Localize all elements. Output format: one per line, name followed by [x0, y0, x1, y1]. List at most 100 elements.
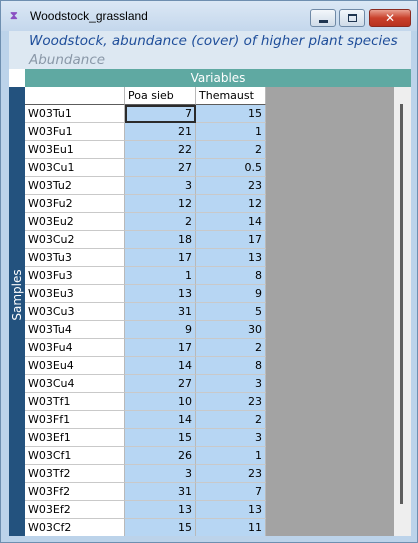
- value-cell[interactable]: 7: [125, 105, 196, 123]
- table-row[interactable]: W03Fu4 17 2: [25, 339, 266, 357]
- sample-label-cell[interactable]: W03Ff2: [25, 483, 125, 501]
- value-cell[interactable]: 31: [125, 303, 196, 321]
- value-cell[interactable]: 10: [125, 393, 196, 411]
- table-row[interactable]: W03Fu1 21 1: [25, 123, 266, 141]
- value-cell[interactable]: 2: [196, 141, 266, 159]
- value-cell[interactable]: 3: [196, 429, 266, 447]
- sample-label-cell[interactable]: W03Ff1: [25, 411, 125, 429]
- table-row[interactable]: W03Tu3 17 13: [25, 249, 266, 267]
- value-cell[interactable]: 17: [125, 339, 196, 357]
- value-cell[interactable]: 17: [196, 231, 266, 249]
- table-row[interactable]: W03Tu4 9 30: [25, 321, 266, 339]
- sample-label-cell[interactable]: W03Cf1: [25, 447, 125, 465]
- value-cell[interactable]: 1: [196, 123, 266, 141]
- title-bar[interactable]: ⧗ Woodstock_grassland ✕: [1, 1, 417, 31]
- table-row[interactable]: W03Eu2 2 14: [25, 213, 266, 231]
- value-cell[interactable]: 13: [196, 249, 266, 267]
- value-cell[interactable]: 8: [196, 267, 266, 285]
- table-row[interactable]: W03Fu3 1 8: [25, 267, 266, 285]
- sample-label-cell[interactable]: W03Ef1: [25, 429, 125, 447]
- close-button[interactable]: ✕: [369, 9, 411, 27]
- value-cell[interactable]: 3: [125, 465, 196, 483]
- sample-label-cell[interactable]: W03Cu4: [25, 375, 125, 393]
- sample-label-cell[interactable]: W03Tu2: [25, 177, 125, 195]
- value-cell[interactable]: 5: [196, 303, 266, 321]
- table-row[interactable]: W03Cu4 27 3: [25, 375, 266, 393]
- value-cell[interactable]: 22: [125, 141, 196, 159]
- table-row[interactable]: W03Ef1 15 3: [25, 429, 266, 447]
- value-cell[interactable]: 8: [196, 357, 266, 375]
- value-cell[interactable]: 31: [125, 483, 196, 501]
- value-cell[interactable]: 9: [125, 321, 196, 339]
- maximize-button[interactable]: [339, 9, 365, 27]
- sample-label-cell[interactable]: W03Eu2: [25, 213, 125, 231]
- table-row[interactable]: W03Fu2 12 12: [25, 195, 266, 213]
- sample-label-cell[interactable]: W03Cu1: [25, 159, 125, 177]
- vertical-scrollbar[interactable]: [394, 87, 411, 536]
- value-cell[interactable]: 23: [196, 177, 266, 195]
- sample-label-cell[interactable]: W03Tu4: [25, 321, 125, 339]
- table-row[interactable]: W03Eu3 13 9: [25, 285, 266, 303]
- table-row[interactable]: W03Ef2 13 13: [25, 501, 266, 519]
- table-row[interactable]: W03Ff2 31 7: [25, 483, 266, 501]
- sample-label-cell[interactable]: W03Fu1: [25, 123, 125, 141]
- value-cell[interactable]: 2: [125, 213, 196, 231]
- value-cell[interactable]: 0.5: [196, 159, 266, 177]
- value-cell[interactable]: 15: [125, 429, 196, 447]
- value-cell[interactable]: 7: [196, 483, 266, 501]
- sample-label-cell[interactable]: W03Tu1: [25, 105, 125, 123]
- table-row[interactable]: W03Eu4 14 8: [25, 357, 266, 375]
- value-cell[interactable]: 3: [125, 177, 196, 195]
- value-cell[interactable]: 13: [125, 501, 196, 519]
- corner-cell[interactable]: [25, 87, 125, 105]
- table-row[interactable]: W03Tf1 10 23: [25, 393, 266, 411]
- value-cell[interactable]: 1: [125, 267, 196, 285]
- value-cell[interactable]: 12: [196, 195, 266, 213]
- value-cell[interactable]: 21: [125, 123, 196, 141]
- sample-label-cell[interactable]: W03Eu4: [25, 357, 125, 375]
- minimize-button[interactable]: [310, 9, 336, 27]
- sample-label-cell[interactable]: W03Tf1: [25, 393, 125, 411]
- value-cell[interactable]: 2: [196, 411, 266, 429]
- table-row[interactable]: W03Cf2 15 11: [25, 519, 266, 536]
- value-cell[interactable]: 2: [196, 339, 266, 357]
- table-row[interactable]: W03Cu2 18 17: [25, 231, 266, 249]
- sample-label-cell[interactable]: W03Cf2: [25, 519, 125, 536]
- value-cell[interactable]: 14: [125, 357, 196, 375]
- value-cell[interactable]: 18: [125, 231, 196, 249]
- table-row[interactable]: W03Cu1 27 0.5: [25, 159, 266, 177]
- value-cell[interactable]: 30: [196, 321, 266, 339]
- sample-label-cell[interactable]: W03Tu3: [25, 249, 125, 267]
- table-row[interactable]: W03Tu1 7 15: [25, 105, 266, 123]
- value-cell[interactable]: 13: [125, 285, 196, 303]
- sample-label-cell[interactable]: W03Ef2: [25, 501, 125, 519]
- sample-label-cell[interactable]: W03Eu1: [25, 141, 125, 159]
- sample-label-cell[interactable]: W03Fu4: [25, 339, 125, 357]
- sample-label-cell[interactable]: W03Cu3: [25, 303, 125, 321]
- value-cell[interactable]: 23: [196, 465, 266, 483]
- table-row[interactable]: W03Cf1 26 1: [25, 447, 266, 465]
- value-cell[interactable]: 1: [196, 447, 266, 465]
- value-cell[interactable]: 14: [125, 411, 196, 429]
- data-grid[interactable]: Poa sieb Themaust W03Tu1 7 15 W03Fu1 21 1 W03E…: [25, 87, 266, 536]
- column-header[interactable]: Themaust: [196, 87, 266, 105]
- value-cell[interactable]: 12: [125, 195, 196, 213]
- value-cell[interactable]: 14: [196, 213, 266, 231]
- sample-label-cell[interactable]: W03Cu2: [25, 231, 125, 249]
- sample-label-cell[interactable]: W03Tf2: [25, 465, 125, 483]
- value-cell[interactable]: 15: [196, 105, 266, 123]
- app-icon[interactable]: ⧗: [10, 10, 22, 22]
- table-row[interactable]: W03Ff1 14 2: [25, 411, 266, 429]
- scrollbar-thumb[interactable]: [400, 104, 403, 504]
- value-cell[interactable]: 27: [125, 159, 196, 177]
- value-cell[interactable]: 26: [125, 447, 196, 465]
- value-cell[interactable]: 13: [196, 501, 266, 519]
- table-row[interactable]: W03Cu3 31 5: [25, 303, 266, 321]
- value-cell[interactable]: 9: [196, 285, 266, 303]
- value-cell[interactable]: 15: [125, 519, 196, 536]
- sample-label-cell[interactable]: W03Eu3: [25, 285, 125, 303]
- value-cell[interactable]: 23: [196, 393, 266, 411]
- table-row[interactable]: W03Tf2 3 23: [25, 465, 266, 483]
- sample-label-cell[interactable]: W03Fu2: [25, 195, 125, 213]
- value-cell[interactable]: 17: [125, 249, 196, 267]
